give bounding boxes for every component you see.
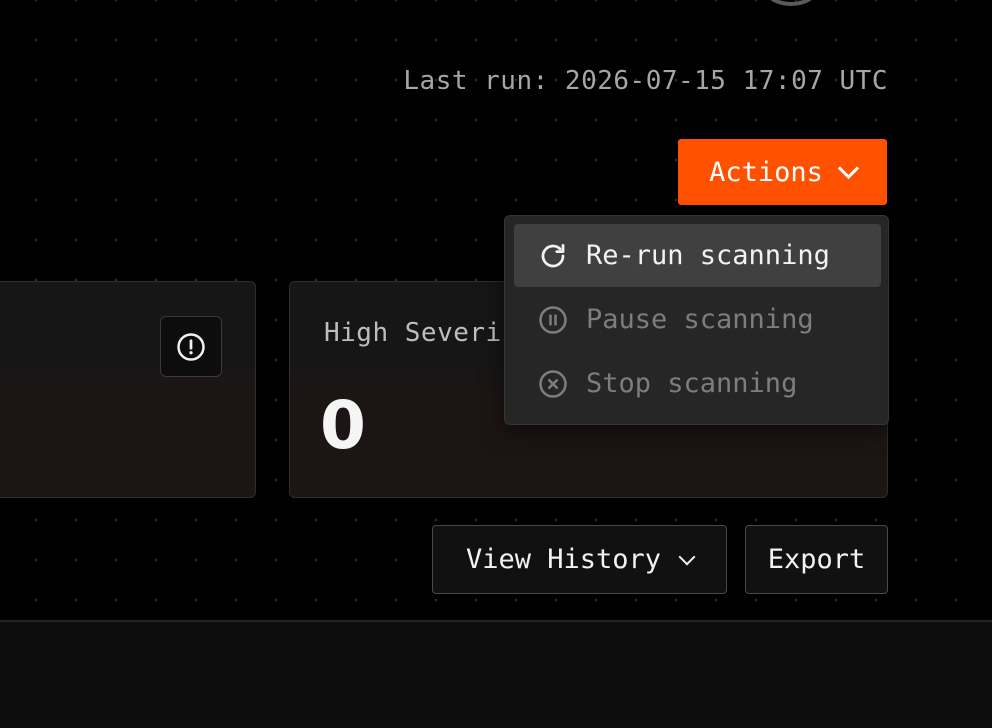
view-history-label: View History [465,544,662,575]
stop-circle-icon [539,369,567,398]
pause-circle-icon [539,305,567,334]
export-label: Export [767,544,866,575]
alert-icon-button[interactable] [160,316,222,377]
menu-item-rerun-scanning[interactable]: Re-run scanning [514,224,881,287]
refresh-icon [541,243,565,267]
menu-item-label: Pause scanning [586,304,814,335]
menu-item-pause-scanning[interactable]: Pause scanning [514,288,881,351]
view-history-button[interactable]: View History [432,525,727,594]
actions-button[interactable]: Actions [678,139,887,205]
menu-item-stop-scanning[interactable]: Stop scanning [514,352,881,415]
actions-button-label: Actions [709,156,823,188]
high-severity-title: High Severi [324,318,502,348]
actions-dropdown-menu: Re-run scanning Pause scanning Stop scan… [504,215,889,425]
chevron-down-icon [678,548,696,565]
alert-circle-icon [177,332,205,361]
menu-item-label: Re-run scanning [586,240,830,271]
last-run-timestamp: Last run: 2026-07-15 17:07 UTC [403,66,888,96]
high-severity-count: 0 [320,387,366,464]
menu-item-label: Stop scanning [586,368,798,399]
chevron-down-icon [837,157,859,180]
export-button[interactable]: Export [745,525,888,594]
summary-card-left [0,281,256,498]
bottom-panel [0,620,992,728]
